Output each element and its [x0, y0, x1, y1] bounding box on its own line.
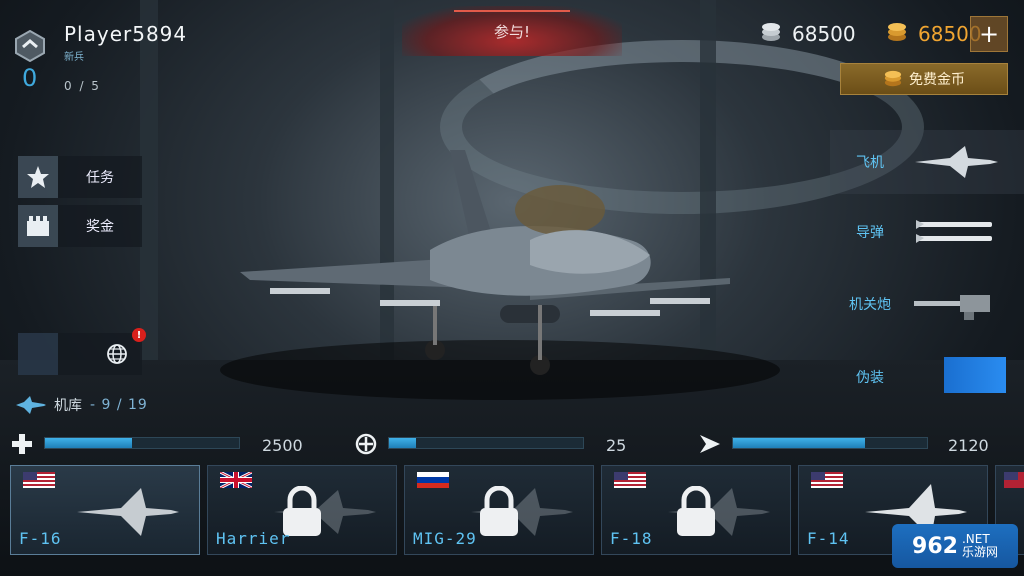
player-level: 0 [22, 64, 38, 92]
hangar-count-value: - 9 / 19 [90, 397, 148, 413]
plane-label: 飞机 [856, 155, 884, 171]
hangar-label: 机库 [54, 398, 82, 414]
watermark-number: 962 [912, 533, 958, 559]
silver-coin-icon [762, 23, 780, 41]
aircraft-card-f16[interactable]: F-16 [10, 465, 200, 555]
uk-flag-icon [220, 472, 252, 488]
aircraft-name: Harrier [216, 529, 291, 548]
camo-color-swatch[interactable] [944, 357, 1006, 393]
missions-button[interactable]: 任务 [18, 156, 142, 198]
join-button[interactable]: 参与! [402, 6, 622, 56]
usa-flag-icon [811, 472, 843, 488]
speed-arrow-icon [700, 435, 720, 453]
aircraft-name: F-14 [807, 529, 850, 548]
rewards-label: 奖金 [86, 219, 114, 235]
aircraft-card-f18[interactable]: F-18 [601, 465, 791, 555]
speed-bar [732, 437, 928, 449]
accuracy-bar-fill [389, 438, 417, 448]
online-button-panel [18, 333, 58, 375]
watermark-sub: 乐游网 [961, 545, 998, 559]
hangar-count: 机库 - 9 / 19 [16, 395, 148, 415]
join-label: 参与! [493, 22, 530, 41]
hangar-beam [140, 0, 158, 360]
missions-label: 任务 [86, 170, 114, 186]
globe-icon [107, 344, 127, 364]
player-name: Player5894 [64, 22, 188, 46]
usa-flag-icon [1004, 472, 1024, 488]
accuracy-bar [388, 437, 584, 449]
speed-value: 2120 [948, 436, 989, 455]
health-bar [44, 437, 240, 449]
player-xp: 0 / 5 [64, 79, 101, 93]
gold-coin-icon [884, 70, 902, 87]
free-gold-button[interactable]: 免费金币 [840, 63, 1008, 95]
russia-flag-icon [417, 472, 449, 488]
category-plane[interactable]: 飞机 [830, 130, 1024, 194]
category-gun[interactable]: 机关炮 [830, 272, 1024, 336]
gift-box-icon [18, 205, 58, 247]
watermark-text-group: .NET 乐游网 [961, 532, 998, 559]
cannon-icon [914, 295, 990, 320]
plane-icon [915, 146, 998, 178]
notification-badge: ! [132, 328, 146, 342]
usa-flag-icon [23, 472, 55, 488]
lock-icon [677, 486, 715, 536]
plus-icon: + [978, 20, 1000, 48]
aircraft-card-mig29[interactable]: MIG-29 [404, 465, 594, 555]
silver-amount: 68500 [792, 22, 856, 46]
category-missile[interactable]: 导弹 [830, 200, 1024, 264]
online-button[interactable] [18, 333, 142, 375]
aircraft-name: F-18 [610, 529, 653, 548]
plus-health-icon [12, 434, 32, 454]
missile-label: 导弹 [856, 225, 884, 241]
aircraft-name: F-16 [19, 529, 62, 548]
site-watermark: 962 .NET 乐游网 [892, 524, 1018, 568]
camo-label: 伪装 [856, 370, 884, 386]
usa-flag-icon [614, 472, 646, 488]
add-gold-button[interactable]: + [970, 16, 1008, 52]
aircraft-model[interactable] [230, 140, 750, 380]
free-gold-label: 免费金币 [909, 72, 965, 88]
player-rank-title: 新兵 [64, 52, 84, 63]
gold-coin-icon [888, 23, 906, 41]
health-bar-fill [45, 438, 133, 448]
rewards-button[interactable]: 奖金 [18, 205, 142, 247]
speed-bar-fill [733, 438, 865, 448]
missile-icon [916, 220, 992, 243]
aircraft-name: MIG-29 [413, 529, 477, 548]
health-value: 2500 [262, 436, 303, 455]
lock-icon [480, 486, 518, 536]
f16-plane-icon [77, 488, 179, 536]
aircraft-card-harrier[interactable]: Harrier [207, 465, 397, 555]
rank-shield-icon [15, 30, 45, 62]
crosshair-icon [355, 433, 377, 455]
jet-icon [16, 396, 46, 414]
gun-label: 机关炮 [849, 297, 891, 313]
accuracy-value: 25 [606, 436, 627, 455]
star-icon [18, 156, 58, 198]
